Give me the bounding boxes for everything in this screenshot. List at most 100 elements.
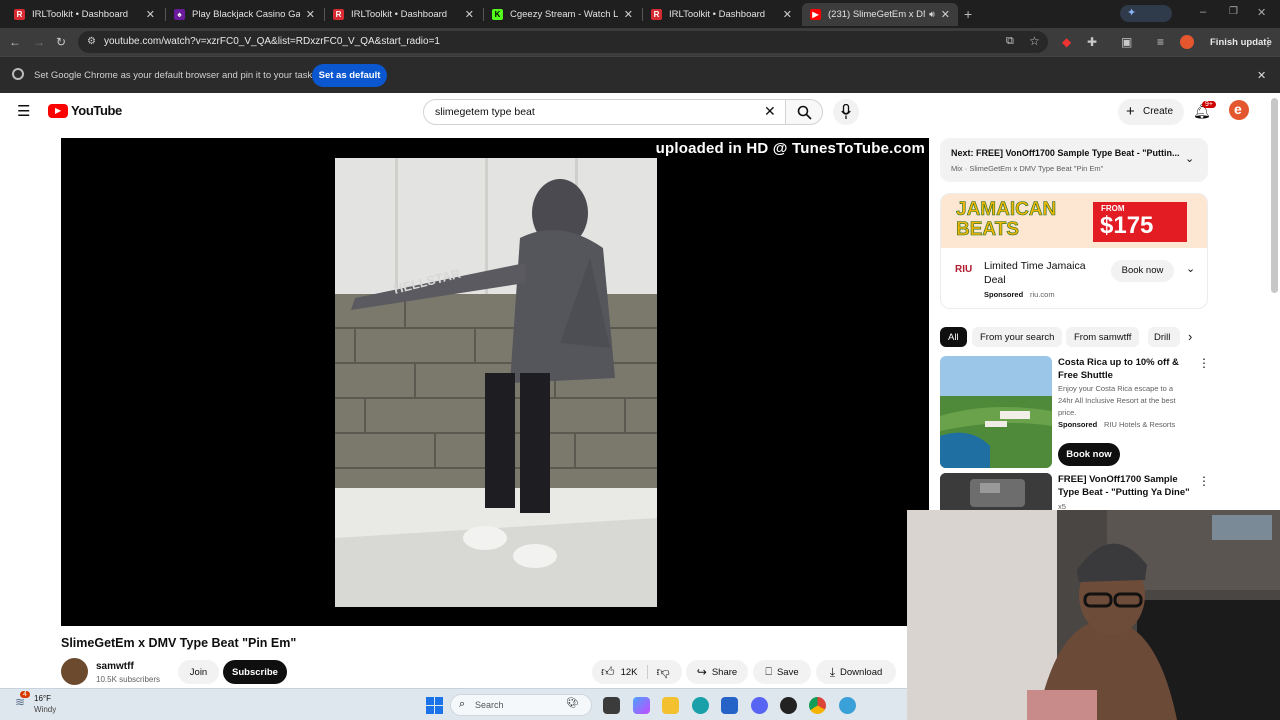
chevron-down-icon[interactable]: ⌄ bbox=[1186, 262, 1195, 275]
extension-icon[interactable]: ◆ bbox=[1062, 36, 1071, 48]
browser-tab[interactable]: R IRLToolkit • Dashboard ✕ bbox=[325, 3, 482, 26]
task-view-icon[interactable] bbox=[603, 697, 620, 714]
browser-tab[interactable]: ♠ Play Blackjack Casino Games | S ✕ bbox=[166, 3, 323, 26]
edge-icon[interactable] bbox=[692, 697, 709, 714]
share-button[interactable]: ↪ Share bbox=[686, 660, 748, 684]
ad-price-box: FROM $175 bbox=[1093, 202, 1187, 242]
new-tab-icon[interactable]: + bbox=[964, 6, 972, 22]
video-title: SlimeGetEm x DMV Type Beat "Pin Em" bbox=[61, 636, 297, 650]
chrome-taskbar-icon[interactable] bbox=[809, 697, 826, 714]
back-icon[interactable]: ← bbox=[9, 36, 21, 48]
close-icon[interactable]: ✕ bbox=[465, 8, 474, 21]
weather-widget[interactable]: ≋ 4 bbox=[15, 691, 30, 709]
channel-name[interactable]: samwtff bbox=[96, 661, 134, 672]
weather-desc[interactable]: Windy bbox=[34, 705, 56, 714]
recommendation-title[interactable]: Costa Rica up to 10% off & Free Shuttle bbox=[1058, 356, 1193, 382]
close-icon[interactable]: ✕ bbox=[783, 8, 792, 21]
browser-tab-active[interactable]: ▶ (231) SlimeGetEm x DMV Ty 🔊︎ ✕ bbox=[802, 3, 958, 26]
dislike-icon[interactable]: 👎︎ bbox=[657, 664, 670, 680]
youtube-logo-icon[interactable]: ▶ bbox=[48, 104, 68, 118]
account-avatar[interactable]: e bbox=[1229, 100, 1249, 120]
maximize-icon[interactable]: ❐ bbox=[1229, 6, 1238, 17]
more-menu-icon[interactable]: ⋮ bbox=[1262, 36, 1274, 48]
weather-temp[interactable]: 16°F bbox=[34, 694, 51, 703]
voice-search-button[interactable] bbox=[833, 99, 859, 125]
chip-from-your-search[interactable]: From your search bbox=[972, 327, 1063, 347]
speaker-icon[interactable]: 🔊︎ bbox=[929, 9, 935, 20]
infobar-close-icon[interactable]: ✕ bbox=[1257, 69, 1266, 82]
microphone-icon bbox=[841, 104, 851, 119]
subscribe-button[interactable]: Subscribe bbox=[223, 660, 287, 684]
hamburger-menu-icon[interactable]: ☰ bbox=[17, 102, 30, 120]
join-button[interactable]: Join bbox=[178, 660, 219, 684]
tab-title: IRLToolkit • Dashboard bbox=[351, 9, 448, 20]
video-thumbnail-illustration bbox=[940, 473, 1052, 510]
recommendation-description: Enjoy your Costa Rica escape to a 24hr A… bbox=[1058, 384, 1176, 417]
close-icon[interactable]: ✕ bbox=[146, 8, 155, 21]
recommendation-book-now-button[interactable]: Book now bbox=[1058, 443, 1120, 466]
split-view-icon[interactable]: ▣ bbox=[1121, 36, 1132, 48]
chip-drill[interactable]: Drill bbox=[1148, 327, 1180, 347]
search-button[interactable] bbox=[785, 99, 823, 125]
profile-avatar[interactable] bbox=[1180, 35, 1194, 49]
obs-icon[interactable] bbox=[780, 697, 797, 714]
minimize-icon[interactable]: – bbox=[1200, 6, 1206, 18]
bookmark-star-icon[interactable]: ☆ bbox=[1029, 34, 1040, 48]
app-taskbar-icon[interactable] bbox=[839, 697, 856, 714]
extensions-puzzle-icon[interactable]: ✚ bbox=[1087, 36, 1097, 48]
site-info-icon[interactable]: ⚙ bbox=[87, 36, 96, 47]
browser-tab[interactable]: R IRLToolkit • Dashboard ✕ bbox=[6, 3, 163, 26]
address-bar[interactable]: ⚙ youtube.com/watch?v=xzrFC0_V_QA&list=R… bbox=[78, 31, 1048, 53]
browser-ai-pill[interactable]: ✦ bbox=[1120, 5, 1172, 22]
search-input[interactable]: slimegetem type beat ✕ bbox=[423, 99, 786, 125]
download-button[interactable]: ⤓ Download bbox=[816, 660, 896, 684]
chip-from-samwtff[interactable]: From samwtff bbox=[1066, 327, 1140, 347]
set-default-button[interactable]: Set as default bbox=[312, 64, 387, 87]
window-close-icon[interactable]: ✕ bbox=[1257, 6, 1266, 19]
file-explorer-icon[interactable] bbox=[662, 697, 679, 714]
ad-book-now-button[interactable]: Book now bbox=[1111, 260, 1174, 282]
next-up-subtitle: Mix · SlimeGetEm x DMV Type Beat "Pin Em… bbox=[951, 164, 1104, 173]
recommendation-thumbnail[interactable] bbox=[940, 356, 1052, 468]
chevron-down-icon[interactable]: ⌄ bbox=[1185, 152, 1194, 165]
recommendation-title[interactable]: FREE] VonOff1700 Sample Type Beat - "Put… bbox=[1058, 473, 1193, 499]
next-up-card[interactable]: Next: FREE] VonOff1700 Sample Type Beat … bbox=[940, 138, 1208, 182]
store-icon[interactable] bbox=[721, 697, 738, 714]
more-options-icon[interactable]: ⋮ bbox=[1198, 356, 1210, 370]
like-dislike-group: 👍︎ 12K 👎︎ bbox=[592, 660, 682, 684]
browser-tab[interactable]: K Cgeezy Stream - Watch Live on ✕ bbox=[484, 3, 641, 26]
like-icon[interactable]: 👍︎ bbox=[601, 664, 615, 680]
page-scrollbar-thumb[interactable] bbox=[1271, 98, 1278, 293]
browser-tab[interactable]: R IRLToolkit • Dashboard ✕ bbox=[643, 3, 800, 26]
forward-icon[interactable]: → bbox=[33, 36, 45, 48]
close-icon[interactable]: ✕ bbox=[306, 8, 315, 21]
discord-icon[interactable] bbox=[751, 697, 768, 714]
recommendation-thumbnail[interactable] bbox=[940, 473, 1052, 510]
close-icon[interactable]: ✕ bbox=[624, 8, 633, 21]
irltoolkit-icon: R bbox=[333, 9, 344, 20]
reload-icon[interactable]: ↻ bbox=[56, 36, 66, 48]
save-label: Save bbox=[776, 666, 799, 678]
video-player[interactable]: uploaded in HD @ TunesToTube.com HELLSTA… bbox=[61, 138, 929, 626]
ad-banner[interactable]: JAMAICAN BEATS FROM $175 bbox=[941, 194, 1207, 248]
copilot-icon[interactable] bbox=[633, 697, 650, 714]
divider bbox=[646, 665, 648, 679]
chevron-right-icon[interactable]: › bbox=[1188, 329, 1192, 344]
taskbar-search-box[interactable]: ⌕ Search 🎨︎ bbox=[450, 694, 592, 716]
install-app-icon[interactable]: ⧉ bbox=[1006, 35, 1014, 48]
chip-all[interactable]: All bbox=[940, 327, 967, 347]
media-control-icon[interactable]: ≡ bbox=[1157, 36, 1164, 48]
recommendation-sponsored: Sponsored bbox=[1058, 420, 1098, 429]
like-count[interactable]: 12K bbox=[621, 667, 638, 678]
windows-start-icon[interactable] bbox=[426, 697, 443, 714]
more-options-icon[interactable]: ⋮ bbox=[1198, 474, 1210, 488]
sponsored-ad-card[interactable]: JAMAICAN BEATS FROM $175 RIU Limited Tim… bbox=[940, 193, 1208, 309]
windows-logo bbox=[426, 697, 443, 714]
youtube-header: ☰ ▶ YouTube slimegetem type beat ✕ + Cre… bbox=[0, 93, 1280, 131]
youtube-logo-text[interactable]: YouTube bbox=[71, 103, 122, 118]
save-button[interactable]: ⎕ Save bbox=[753, 660, 811, 684]
channel-avatar[interactable] bbox=[61, 658, 88, 685]
create-button[interactable]: + Create bbox=[1118, 99, 1184, 125]
clear-search-icon[interactable]: ✕ bbox=[764, 103, 776, 120]
close-icon[interactable]: ✕ bbox=[941, 8, 950, 21]
